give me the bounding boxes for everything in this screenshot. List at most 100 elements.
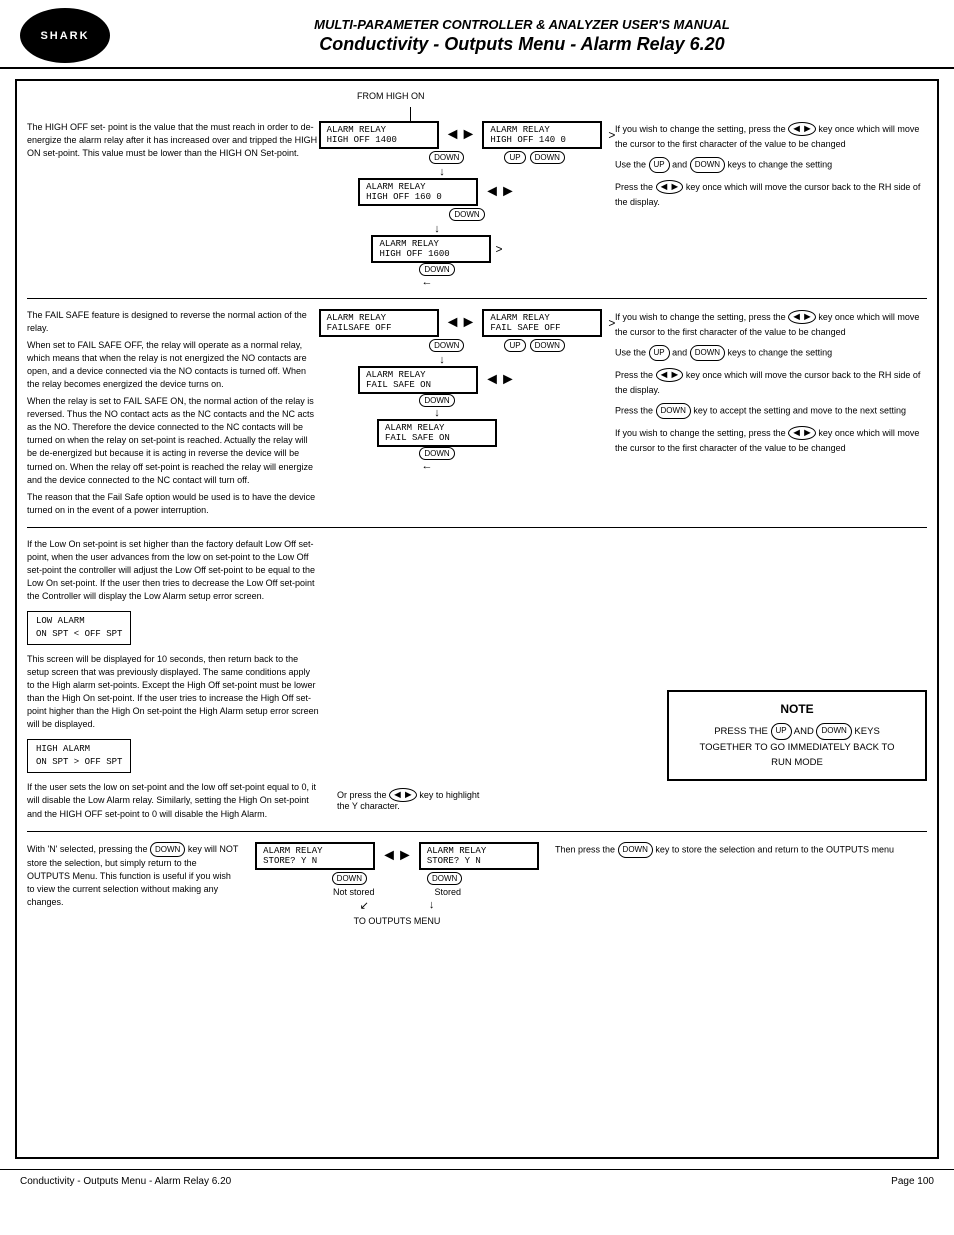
section2-center: ALARM RELAY FAILSAFE OFF ◄► ALARM RELAY … (327, 309, 607, 517)
down-btn1[interactable]: DOWN (429, 151, 464, 164)
down-arrow2: ↓ (434, 223, 440, 235)
section2-down-row1: DOWN UP DOWN (429, 339, 565, 352)
section1-lcd3-row: ALARM RELAY HIGH OFF 160 0 ◄► (358, 178, 516, 206)
high-alarm-box: HIGH ALARM ON SPT > OFF SPT (27, 739, 131, 773)
section4-down-row: DOWN DOWN (332, 872, 463, 885)
section2-text2: When set to FAIL SAFE OFF, the relay wil… (27, 339, 319, 391)
section1-lcd1: ALARM RELAY HIGH OFF 1400 (319, 121, 439, 149)
section1-down-row1: DOWN UP DOWN (429, 151, 565, 164)
footer-right: Page 100 (891, 1176, 934, 1187)
section2-text3: When the relay is set to FAIL SAFE ON, t… (27, 395, 319, 486)
down-icon2: DOWN (690, 345, 725, 361)
footer: Conductivity - Outputs Menu - Alarm Rela… (0, 1169, 954, 1193)
left-arrow-btn1: ◄► (445, 126, 477, 144)
arrow-right1: > (608, 128, 615, 142)
section2-lcd3-row: ALARM RELAY FAIL SAFE ON ◄► (358, 366, 516, 394)
down-btn1b[interactable]: DOWN (530, 151, 565, 164)
down-arrow1: ↓ (439, 166, 445, 178)
up-down-btns1: UP DOWN (504, 151, 564, 164)
down-btn8[interactable]: DOWN (427, 872, 462, 885)
up-icon2: UP (649, 345, 670, 361)
logo-text: SHARK (40, 30, 89, 42)
section2-lcd1: ALARM RELAY FAILSAFE OFF (319, 309, 439, 337)
section1-lcd4-row: ALARM RELAY HIGH OFF 1600 > (371, 235, 502, 263)
arrow-right2: > (495, 242, 502, 256)
down-icon3: DOWN (656, 403, 691, 419)
section1-left-text: The HIGH OFF set- point is the value tha… (27, 121, 327, 288)
section2-note2: Use the UP and DOWN keys to change the s… (615, 345, 927, 361)
separator1 (27, 298, 927, 299)
down-btn7[interactable]: DOWN (332, 872, 367, 885)
down-btn3[interactable]: DOWN (419, 263, 454, 276)
left-right-btn-icon2: ◄► (656, 180, 684, 194)
or-press-note: Or press the ◄► key to highlight the Y c… (337, 789, 927, 811)
section4-lcd2: ALARM RELAY STORE? Y N (419, 842, 539, 870)
lr-icon6: ◄► (389, 788, 417, 802)
left-arrow-btn5: ◄► (381, 847, 413, 865)
not-stored-label: Not stored (333, 887, 375, 897)
section4-right-note: Then press the DOWN key to store the sel… (547, 842, 927, 926)
section3-text1: If the Low On set-point is set higher th… (27, 538, 319, 603)
lr-icon5: ◄► (788, 426, 816, 440)
lr-icon3: ◄► (788, 310, 816, 324)
left-arrow-btn2: ◄► (484, 183, 516, 201)
stored-label: Stored (435, 887, 462, 897)
down-arrow3: ↓ (439, 354, 445, 366)
section3: If the Low On set-point is set higher th… (27, 538, 927, 821)
footer-left: Conductivity - Outputs Menu - Alarm Rela… (20, 1176, 231, 1187)
section2-note4: Press the DOWN key to accept the setting… (615, 403, 927, 419)
section1-center: ALARM RELAY HIGH OFF 1400 ◄► ALARM RELAY… (327, 121, 607, 288)
left-arrow2: ← (422, 460, 433, 472)
left-arrow-btn4: ◄► (484, 371, 516, 389)
note-title: NOTE (681, 700, 913, 719)
section1-down-row3: DOWN (419, 263, 454, 276)
header-title1: MULTI-PARAMETER CONTROLLER & ANALYZER US… (110, 17, 934, 32)
separator2 (27, 527, 927, 528)
note-box: NOTE PRESS THE UP AND DOWN KEYS TOGETHER… (667, 690, 927, 780)
down-btn4b[interactable]: DOWN (530, 339, 565, 352)
header-title2: Conductivity - Outputs Menu - Alarm Rela… (110, 34, 934, 55)
down-icon5: DOWN (618, 842, 653, 858)
down-btn2[interactable]: DOWN (449, 208, 484, 221)
down-icon4: DOWN (150, 842, 185, 858)
left-arrow3: ↙ (360, 899, 369, 912)
section3-text3: If the user sets the low on set-point an… (27, 781, 319, 820)
section4-left-text: With 'N' selected, pressing the DOWN key… (27, 842, 247, 926)
logo: SHARK (20, 8, 110, 63)
up-btn2[interactable]: UP (504, 339, 525, 352)
up-btn1[interactable]: UP (504, 151, 525, 164)
section2-lcd4: ALARM RELAY FAIL SAFE ON (377, 419, 497, 447)
section1-down-row2: DOWN (449, 208, 484, 221)
section2: The FAIL SAFE feature is designed to rev… (27, 309, 927, 517)
down-arrow4: ↓ (434, 407, 440, 419)
section1-right-notes: If you wish to change the setting, press… (607, 121, 927, 288)
section2-lcd3: ALARM RELAY FAIL SAFE ON (358, 366, 478, 394)
section3-right: NOTE PRESS THE UP AND DOWN KEYS TOGETHER… (327, 538, 927, 821)
section4-lcd1-row: ALARM RELAY STORE? Y N ◄► ALARM RELAY ST… (255, 842, 539, 870)
section2-text4: The reason that the Fail Safe option wou… (27, 491, 319, 517)
note-text: PRESS THE UP AND DOWN KEYS TOGETHER TO G… (681, 723, 913, 770)
section4-arrows: ↙ ↓ (360, 899, 435, 912)
section1-note2: Use the UP and DOWN keys to change the s… (615, 157, 927, 173)
section2-lcd1-row: ALARM RELAY FAILSAFE OFF ◄► ALARM RELAY … (319, 309, 616, 337)
section1-lcd3: ALARM RELAY HIGH OFF 160 0 (358, 178, 478, 206)
section1-note3: Press the ◄► key once which will move th… (615, 179, 927, 209)
section1-lcd1-row: ALARM RELAY HIGH OFF 1400 ◄► ALARM RELAY… (319, 121, 616, 149)
down-btn5[interactable]: DOWN (419, 394, 454, 407)
main-content: FROM HIGH ON The HIGH OFF set- point is … (15, 79, 939, 1159)
section2-note1: If you wish to change the setting, press… (615, 309, 927, 339)
note-box-wrapper: NOTE PRESS THE UP AND DOWN KEYS TOGETHER… (667, 690, 927, 780)
section2-text1: The FAIL SAFE feature is designed to rev… (27, 309, 319, 335)
section3-text2: This screen will be displayed for 10 sec… (27, 653, 319, 731)
to-outputs-menu-label: TO OUTPUTS MENU (354, 916, 441, 926)
down-arrow5: ↓ (429, 899, 435, 912)
section1-lcd2: ALARM RELAY HIGH OFF 140 0 (482, 121, 602, 149)
section4-note: Then press the DOWN key to store the sel… (555, 842, 927, 858)
section3-left: If the Low On set-point is set higher th… (27, 538, 327, 821)
down-btn6[interactable]: DOWN (419, 447, 454, 460)
down-btn4[interactable]: DOWN (429, 339, 464, 352)
separator3 (27, 831, 927, 832)
section1: The HIGH OFF set- point is the value tha… (27, 121, 927, 288)
section2-left-text: The FAIL SAFE feature is designed to rev… (27, 309, 327, 517)
up-down-btns2: UP DOWN (504, 339, 564, 352)
